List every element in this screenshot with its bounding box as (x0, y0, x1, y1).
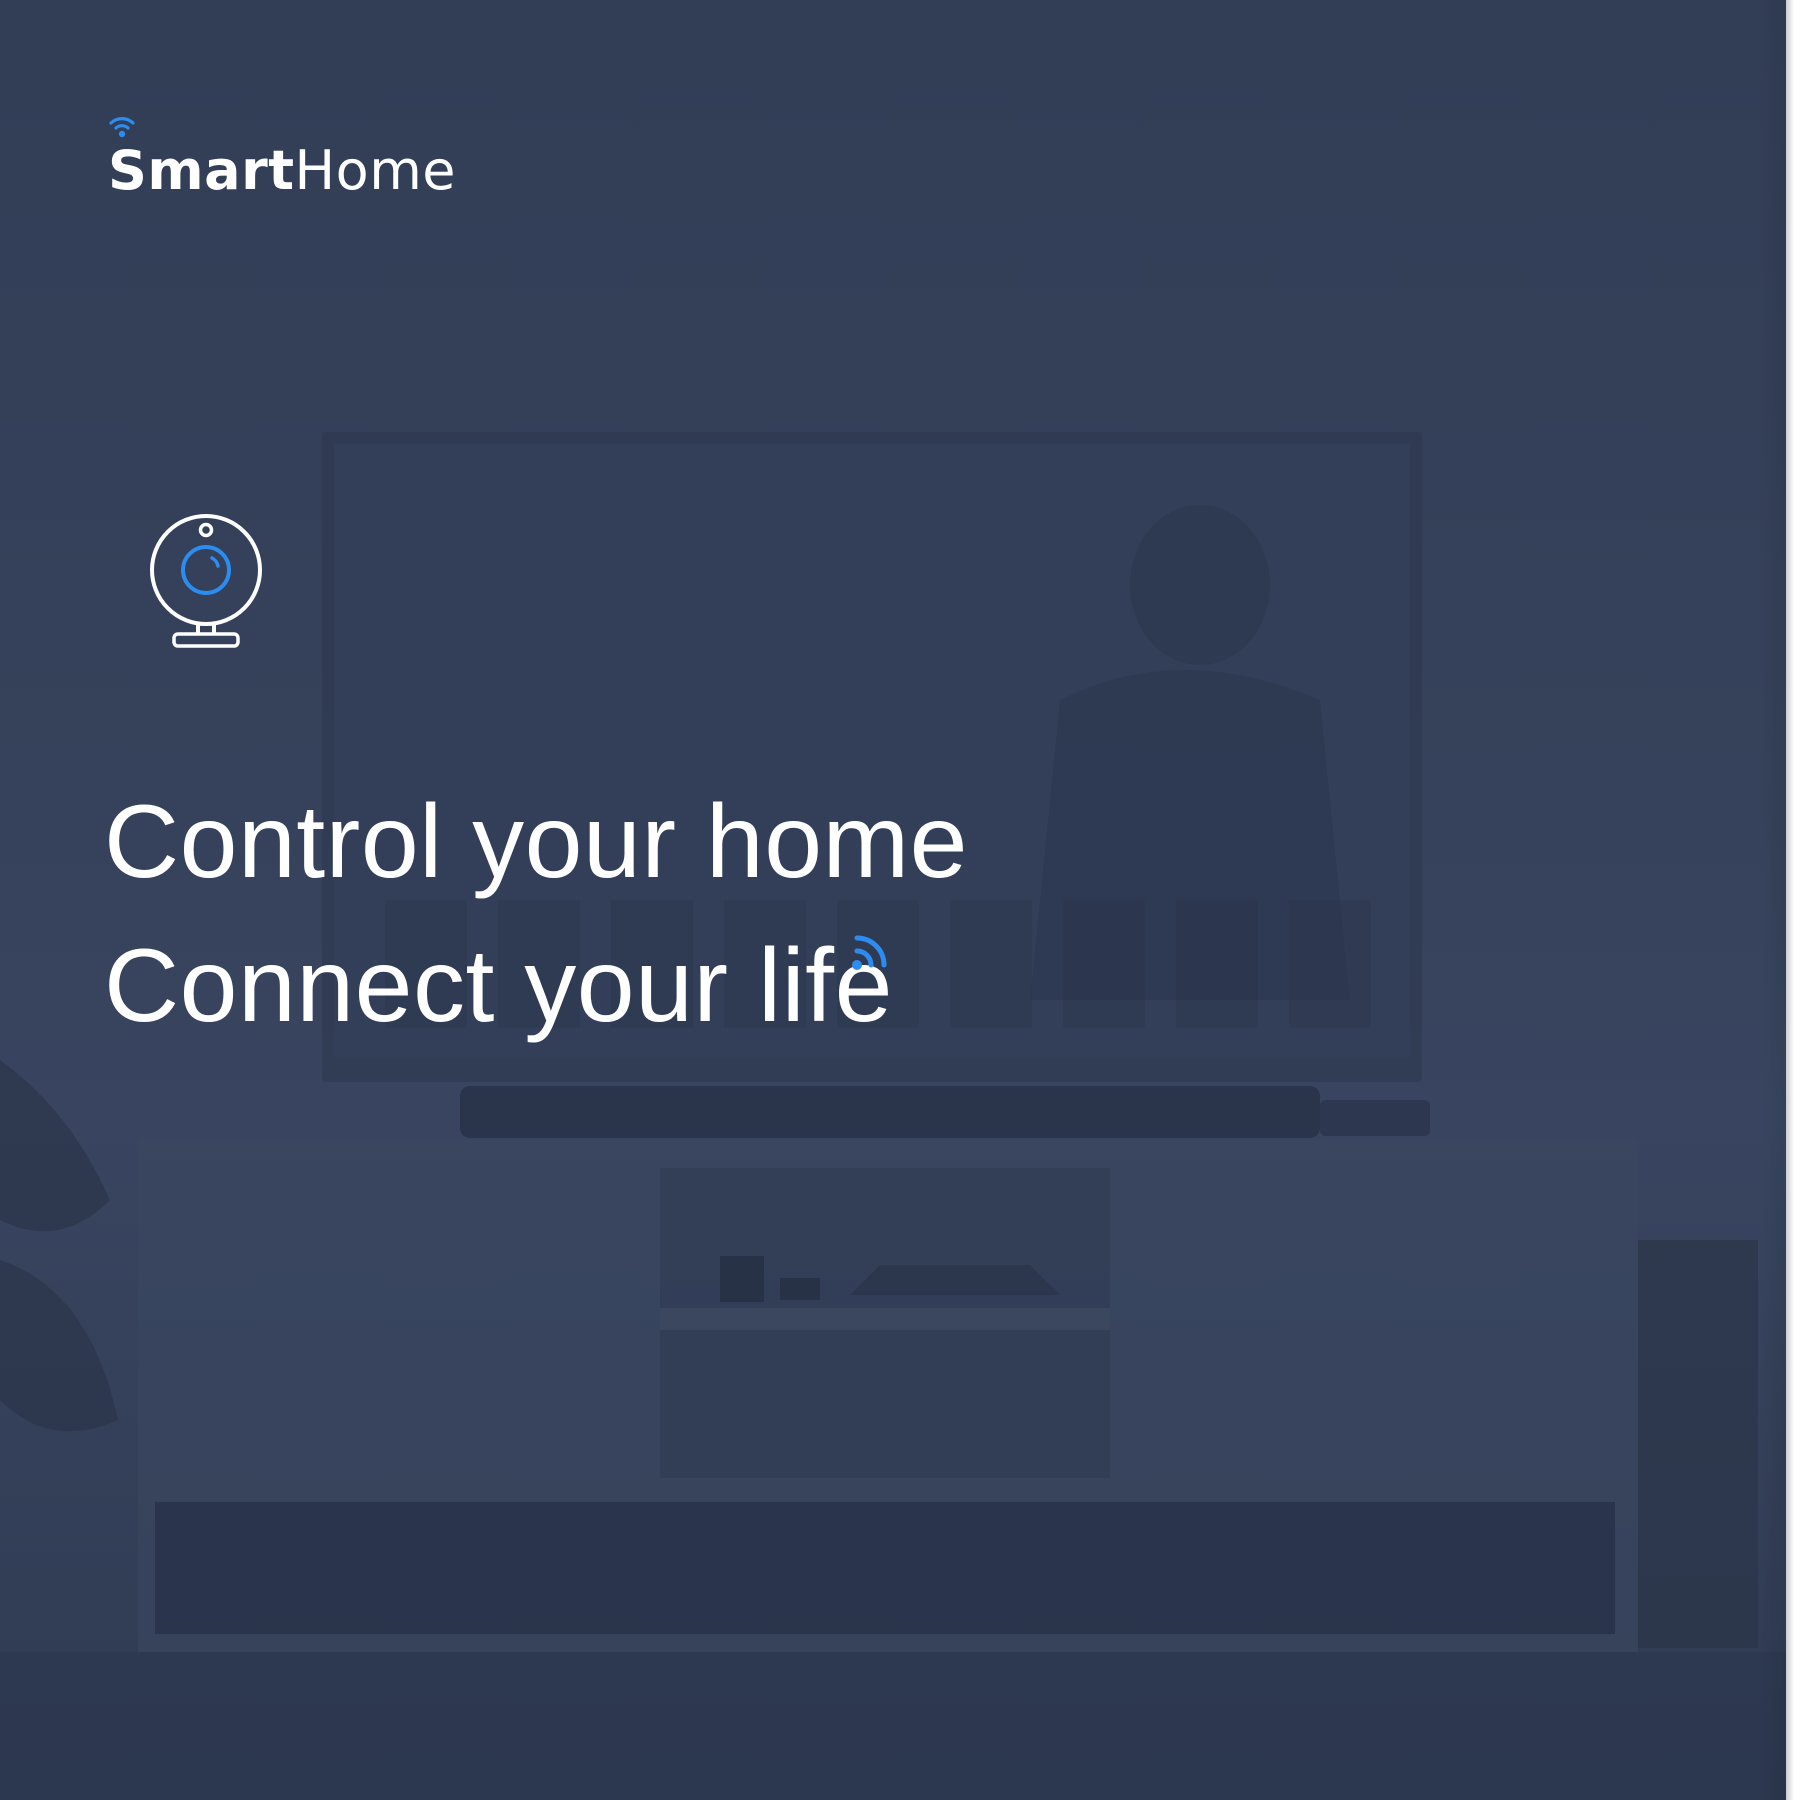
brand-name-light: Home (294, 139, 457, 202)
headline-line-1: Control your home (104, 784, 969, 900)
hero-panel: Smart Home Control your home Connect your… (0, 0, 1786, 1800)
page-edge (1786, 0, 1794, 1800)
brand-logo: Smart Home (108, 117, 457, 202)
wifi-signal-icon (109, 117, 135, 138)
wifi-signal-icon (852, 935, 887, 970)
webcam-icon (150, 514, 262, 648)
headline-line-2: Connect your life (104, 914, 968, 1058)
hero-headline: Control your home Connect your life (104, 770, 968, 1058)
headline-line-2-text: Connect your life (104, 928, 893, 1044)
